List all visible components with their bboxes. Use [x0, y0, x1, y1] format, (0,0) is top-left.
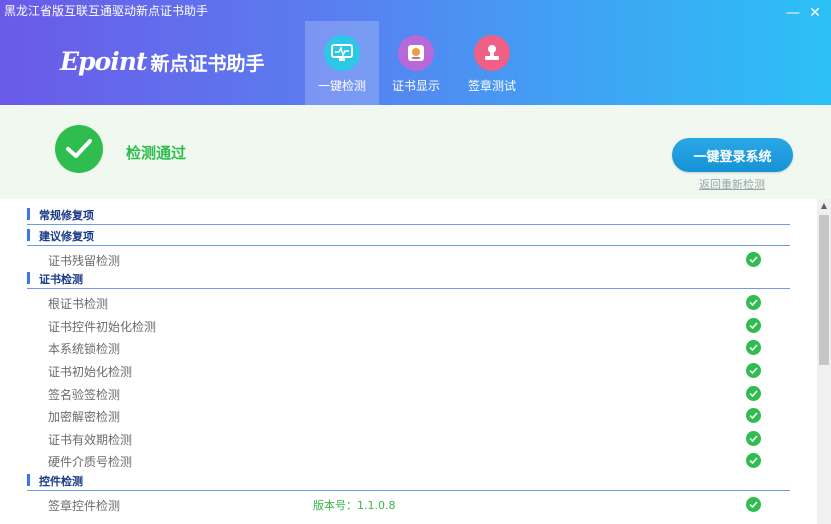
scroll-up-arrow-icon[interactable]: ▲ [817, 199, 831, 213]
app-logo: Epoint 新点证书助手 [60, 47, 264, 76]
section-title: 证书检测 [39, 273, 83, 286]
check-icon [746, 431, 761, 446]
list-item: 证书控件初始化检测 [27, 315, 790, 337]
check-icon [746, 386, 761, 401]
window-title: 黑龙江省版互联互通驱动新点证书助手 [4, 4, 209, 18]
check-icon [746, 363, 761, 378]
check-icon [746, 408, 761, 423]
list-item: 证书有效期检测 [27, 428, 790, 450]
list-item: 证书初始化检测 [27, 360, 790, 382]
tab-one-click-check[interactable]: 一键检测 [305, 21, 379, 105]
section-header: 控件检测 [27, 472, 790, 491]
stamp-icon [474, 35, 510, 71]
scroll-thumb[interactable] [819, 215, 829, 365]
close-button[interactable]: ✕ [807, 6, 823, 20]
tab-label: 一键检测 [317, 79, 366, 93]
list-item: 签名验签检测 [27, 383, 790, 405]
list-item: 证书残留检测 [27, 249, 790, 271]
check-circle-icon [55, 125, 103, 173]
check-icon [746, 318, 761, 333]
item-label: 根证书检测 [48, 297, 109, 311]
list-item: 根证书检测 [27, 292, 790, 314]
list-item: 加密解密检测 [27, 405, 790, 427]
tab-label: 证书显示 [391, 79, 440, 93]
vertical-scrollbar[interactable]: ▲ [817, 199, 831, 524]
section-title: 常规修复项 [39, 209, 94, 222]
logo-name: 新点证书助手 [150, 53, 265, 75]
item-label: 证书有效期检测 [48, 433, 133, 447]
status-text: 检测通过 [126, 144, 187, 162]
tab-certificate-display[interactable]: 证书显示 [379, 21, 453, 105]
check-icon [746, 295, 761, 310]
item-label: 证书初始化检测 [48, 365, 133, 379]
list-item: 硬件介质号检测 [27, 450, 790, 472]
item-label: 证书控件初始化检测 [48, 320, 157, 334]
check-icon [746, 453, 761, 468]
one-click-login-button[interactable]: 一键登录系统 [672, 138, 793, 172]
minimize-button[interactable]: — [785, 6, 801, 20]
section-header: 建议修复项 [27, 227, 790, 246]
version-text: 版本号：1.1.0.8 [313, 499, 396, 512]
check-icon [746, 497, 761, 512]
tab-seal-test[interactable]: 签章测试 [455, 21, 529, 105]
tab-label: 签章测试 [467, 79, 516, 93]
monitor-icon [324, 35, 360, 71]
section-header: 常规修复项 [27, 206, 790, 225]
section-title: 控件检测 [39, 475, 83, 488]
check-icon [746, 340, 761, 355]
check-results-list: 常规修复项 建议修复项 证书残留检测 证书检测 根证书检测 证书控件初始化检测 … [0, 199, 817, 524]
item-label: 硬件介质号检测 [48, 455, 133, 469]
recheck-link[interactable]: 返回重新检测 [699, 176, 765, 192]
section-header: 证书检测 [27, 270, 790, 289]
certificate-icon [398, 35, 434, 71]
check-icon [746, 252, 761, 267]
section-title: 建议修复项 [39, 230, 94, 243]
item-label: 证书残留检测 [48, 254, 121, 268]
title-bar: 黑龙江省版互联互通驱动新点证书助手 — ✕ Epoint 新点证书助手 一键检测… [0, 0, 831, 105]
logo-brand: Epoint [60, 47, 147, 76]
list-item: 本系统锁检测 [27, 337, 790, 359]
item-label: 签章控件检测 [48, 499, 121, 513]
item-label: 加密解密检测 [48, 410, 121, 424]
status-panel: 检测通过 一键登录系统 返回重新检测 [0, 105, 831, 199]
list-item: 签章控件检测 版本号：1.1.0.8 [27, 494, 790, 516]
item-label: 签名验签检测 [48, 388, 121, 402]
item-label: 本系统锁检测 [48, 342, 121, 356]
